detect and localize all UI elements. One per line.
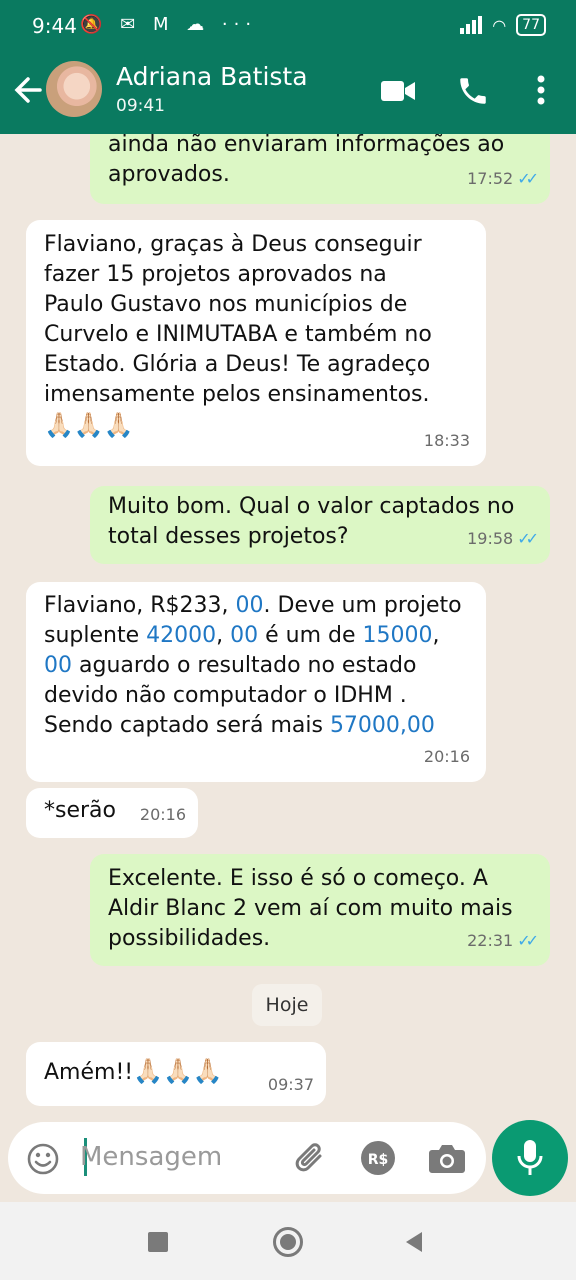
message-bubble-incoming[interactable]: Flaviano, graças à Deus conseguir fazer … — [26, 220, 486, 466]
notification-icons: 🔕 ✉ M ☁ ··· — [80, 14, 258, 35]
message-time: 09:37 — [267, 1075, 314, 1094]
video-call-icon[interactable] — [380, 78, 416, 104]
pix-icon[interactable]: R$ — [360, 1140, 396, 1176]
message-bubble-incoming[interactable]: Flaviano, R$233, 00. Deve um projeto sup… — [26, 582, 486, 782]
message-list[interactable]: ainda não enviaram informações ao aprova… — [0, 134, 576, 1120]
more-vert-icon[interactable] — [532, 72, 550, 108]
back-arrow-icon[interactable] — [10, 70, 46, 110]
nav-home-icon[interactable] — [273, 1227, 303, 1257]
message-emoji: 🙏🏻🙏🏻🙏🏻 — [44, 411, 134, 439]
system-nav-bar — [0, 1202, 576, 1280]
status-bar: 9:44 🔕 ✉ M ☁ ··· ◠ 77 — [0, 0, 576, 56]
message-time: 22:31 — [467, 931, 514, 950]
chat-header: Adriana Batista 09:41 — [0, 56, 576, 134]
read-ticks-icon: ✓✓ — [517, 529, 539, 548]
message-input[interactable]: Mensagem — [80, 1142, 222, 1172]
mic-icon — [517, 1140, 543, 1175]
message-bubble-outgoing[interactable]: ainda não enviaram informações ao aprova… — [90, 134, 550, 204]
status-time: 9:44 — [32, 14, 77, 38]
message-composer: Mensagem R$ — [8, 1122, 486, 1194]
attach-icon[interactable] — [290, 1140, 330, 1176]
message-time: 20:16 — [423, 747, 470, 766]
contact-name[interactable]: Adriana Batista — [116, 62, 308, 91]
message-text: Amém!! — [44, 1060, 134, 1085]
message-time: 18:33 — [423, 431, 470, 450]
message-bubble-outgoing[interactable]: Muito bom. Qual o valor captados no tota… — [90, 486, 550, 564]
message-bubble-incoming[interactable]: Amém!!🙏🏻🙏🏻🙏🏻 09:37 — [26, 1042, 326, 1106]
message-bubble-incoming[interactable]: *serão 20:16 — [26, 788, 198, 838]
avatar[interactable] — [46, 61, 102, 117]
camera-icon[interactable] — [428, 1142, 466, 1174]
message-time: 19:58 — [467, 529, 514, 548]
signal-icon — [460, 16, 483, 34]
wifi-icon: ◠ — [492, 15, 507, 35]
day-separator: Hoje — [252, 984, 322, 1026]
phone-call-icon[interactable] — [456, 74, 490, 108]
read-ticks-icon: ✓✓ — [517, 169, 539, 188]
nav-back-icon[interactable] — [402, 1230, 424, 1254]
message-bubble-outgoing[interactable]: Excelente. E isso é só o começo. A Aldir… — [90, 854, 550, 966]
battery-icon: 77 — [516, 14, 546, 36]
message-time: 17:52 — [467, 169, 514, 188]
status-right: ◠ 77 — [460, 14, 546, 36]
mic-button[interactable] — [492, 1120, 568, 1196]
svg-text:R$: R$ — [368, 1152, 389, 1168]
message-emoji: 🙏🏻🙏🏻🙏🏻 — [133, 1057, 223, 1085]
contact-subtitle: 09:41 — [116, 96, 165, 116]
read-ticks-icon: ✓✓ — [517, 931, 539, 950]
message-text: Flaviano, graças à Deus conseguir fazer … — [44, 232, 432, 407]
emoji-icon[interactable] — [26, 1142, 60, 1176]
message-text: Flaviano, R$233, 00. Deve um projeto sup… — [44, 593, 462, 738]
nav-square-icon[interactable] — [148, 1232, 168, 1252]
message-time: 20:16 — [139, 805, 186, 824]
